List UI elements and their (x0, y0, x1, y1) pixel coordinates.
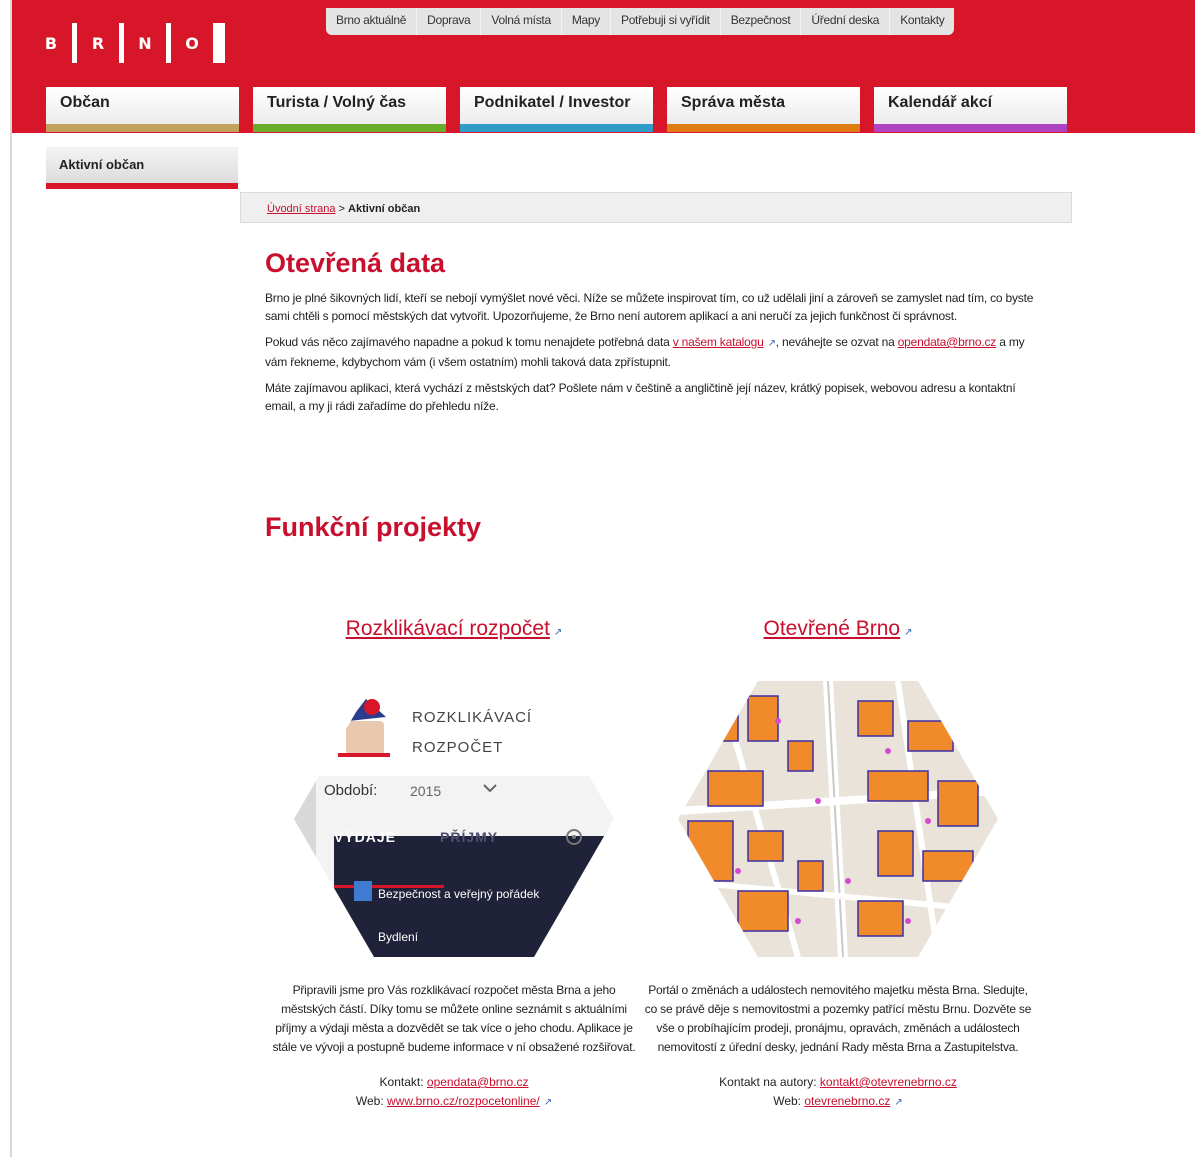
thumb-app-title-2: ROZPOČET (412, 739, 503, 756)
project-rozpocet: Rozklikávací rozpočet ↗ ROZKLIKÁVACÍ ROZ… (254, 617, 654, 1112)
tab-color-bar (667, 124, 860, 132)
breadcrumb: Úvodní strana > Aktivní občan (240, 192, 1072, 223)
thumb-app-title-1: ROZKLIKÁVACÍ (412, 709, 532, 726)
external-link-icon: ↗ (894, 1097, 903, 1108)
rozpocet-screenshot: ROZKLIKÁVACÍ ROZPOČET Období: 2015 VÝDAJ… (294, 681, 614, 957)
submit-app-paragraph: Máte zajímavou aplikaci, která vychází z… (265, 381, 1016, 413)
breadcrumb-current: Aktivní občan (348, 203, 421, 215)
thumb-row-security: Bezpečnost a veřejný pořádek (378, 887, 540, 901)
logo-divider (213, 23, 225, 63)
project-thumbnail[interactable] (678, 681, 998, 957)
left-divider (10, 0, 12, 1157)
web-label: Web: (355, 1094, 387, 1108)
tab-color-bar (253, 124, 446, 132)
tab-label: Turista / Volný čas (267, 94, 407, 111)
catalog-paragraph: Pokud vás něco zajímavého napadne a poku… (265, 333, 1035, 371)
thumb-tab-income: PŘÍJMY (440, 828, 498, 845)
mainnav-tab-podnikatel[interactable]: Podnikatel / Investor (460, 87, 653, 132)
paragraph-text: Pokud vás něco zajímavého napadne a poku… (265, 335, 673, 349)
logo-letter: N (130, 23, 160, 63)
external-link-icon: ↗ (553, 627, 563, 638)
subnav-item-aktivni-obcan[interactable]: Aktivní občan (46, 147, 238, 189)
project-description: Portál o změnách a událostech nemovitého… (644, 983, 1032, 1054)
project-otevrene-brno: Otevřené Brno ↗ Portál o změnách a událo… (638, 617, 1038, 1112)
tab-label: Správa města (681, 94, 786, 111)
mainnav-tab-kalendar-akci[interactable]: Kalendář akcí (874, 87, 1067, 132)
external-link-icon: ↗ (904, 627, 913, 638)
logo-letter: O (177, 23, 207, 63)
topnav-mapy[interactable]: Mapy (562, 8, 611, 35)
mainnav-tab-sprava-mesta[interactable]: Správa města (667, 87, 860, 132)
topnav-volna-mista[interactable]: Volná místa (481, 8, 562, 35)
topnav-brno-aktualne[interactable]: Brno aktuálně (326, 8, 418, 35)
brno-logo[interactable]: B R N O (36, 23, 225, 63)
project-title-link[interactable]: Otevřené Brno (764, 617, 901, 641)
project-contact: Kontakt na autory: kontakt@otevrenebrno.… (638, 1073, 1038, 1112)
contact-email-link[interactable]: opendata@brno.cz (427, 1075, 529, 1089)
tab-color-bar (874, 124, 1067, 132)
external-link-icon: ↗ (543, 1097, 553, 1108)
project-title-link[interactable]: Rozklikávací rozpočet (346, 617, 550, 641)
contact-label: Kontakt na autory: (719, 1075, 820, 1089)
contact-label: Kontakt: (379, 1075, 427, 1089)
tab-color-bar (460, 124, 653, 132)
logo-letter: B (36, 23, 66, 63)
thumb-period-value: 2015 (410, 783, 441, 799)
logo-letter: R (83, 23, 113, 63)
project-thumbnail[interactable]: ROZKLIKÁVACÍ ROZPOČET Období: 2015 VÝDAJ… (294, 681, 614, 957)
tab-label: Podnikatel / Investor (474, 94, 631, 111)
logo-divider (166, 23, 171, 63)
tab-label: Občan (60, 94, 110, 111)
mainnav-tab-obcan[interactable]: Občan (46, 87, 239, 132)
thumb-period-label: Období: (324, 782, 377, 799)
paragraph-text: , neváhejte se ozvat na (775, 335, 898, 349)
topnav-bezpecnost[interactable]: Bezpečnost (721, 8, 802, 35)
web-link[interactable]: www.brno.cz/rozpocetonline/ (387, 1094, 540, 1108)
page-title: Otevřená data (265, 248, 446, 278)
project-description: Připravili jsme pro Vás rozklikávací roz… (272, 983, 636, 1054)
logo-divider (119, 23, 124, 63)
topnav-potrebuji-si-vyridit[interactable]: Potřebuji si vyřídit (611, 8, 721, 35)
thumb-tab-expenses: VÝDAJE (334, 828, 396, 845)
catalog-link[interactable]: v našem katalogu (673, 335, 764, 349)
map-screenshot (678, 681, 998, 957)
opendata-email-link[interactable]: opendata@brno.cz (898, 335, 997, 349)
main-navigation: Občan Turista / Volný čas Podnikatel / I… (46, 87, 1081, 132)
web-label: Web: (773, 1094, 805, 1108)
project-contact: Kontakt: opendata@brno.cz Web: www.brno.… (254, 1073, 654, 1112)
tab-color-bar (46, 124, 239, 132)
topnav-kontakty[interactable]: Kontakty (890, 8, 954, 35)
topnav-uredni-deska[interactable]: Úřední deska (801, 8, 891, 35)
web-link[interactable]: otevrenebrno.cz (804, 1094, 890, 1108)
breadcrumb-separator: > (338, 203, 345, 215)
breadcrumb-home-link[interactable]: Úvodní strana (267, 203, 335, 215)
main-content: Otevřená data Brno je plné šikovných lid… (265, 248, 1035, 423)
intro-paragraph: Brno je plné šikovných lidí, kteří se ne… (265, 291, 1034, 323)
tab-label: Kalendář akcí (888, 94, 993, 111)
section-title: Funkční projekty (265, 512, 482, 542)
topnav-doprava[interactable]: Doprava (417, 8, 482, 35)
contact-email-link[interactable]: kontakt@otevrenebrno.cz (820, 1075, 957, 1089)
external-link-icon: ↗ (767, 338, 776, 349)
thumb-row-housing: Bydlení (378, 930, 419, 944)
top-navigation: Brno aktuálně Doprava Volná místa Mapy P… (326, 8, 955, 35)
mainnav-tab-turista[interactable]: Turista / Volný čas (253, 87, 446, 132)
logo-divider (72, 23, 77, 63)
